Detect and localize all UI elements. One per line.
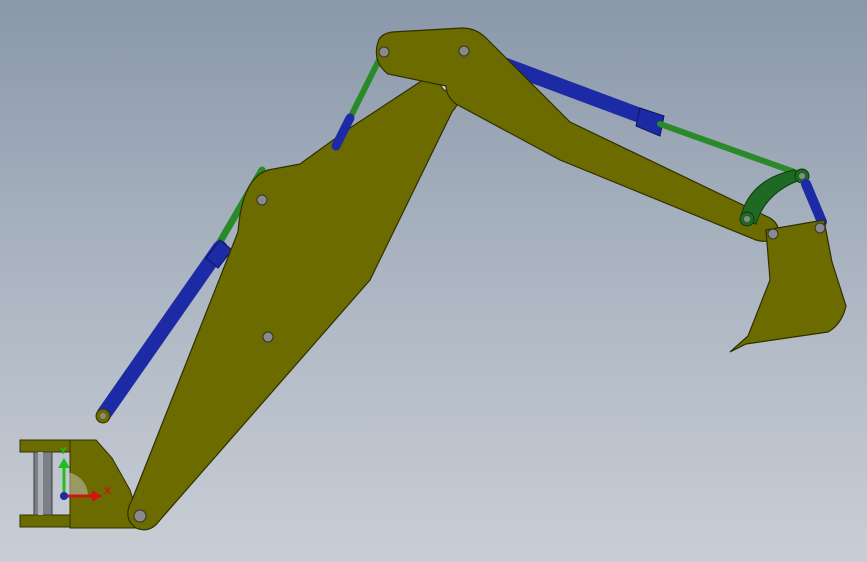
curved-link-lower-pin-hole — [744, 216, 750, 222]
triad-origin — [60, 492, 68, 500]
bucket-link-rod — [801, 179, 827, 227]
boom-pivot-pin[interactable] — [133, 509, 147, 523]
bucket-cylinder-rod — [657, 121, 803, 177]
bucket[interactable] — [729, 219, 847, 353]
excavator-arm-model[interactable]: Y X — [0, 0, 867, 562]
graphics-viewport[interactable]: Y X — [0, 0, 867, 562]
base-cylinder-pin-hole — [100, 413, 106, 419]
y-axis-arrowhead — [58, 458, 70, 468]
bucket-pin-right[interactable] — [814, 222, 826, 234]
stick-pin-right[interactable] — [458, 45, 470, 57]
base-pin-highlight — [38, 452, 43, 515]
x-axis-label: X — [104, 487, 111, 497]
bucket-linkage[interactable] — [739, 168, 827, 227]
stick-pin-left[interactable] — [378, 46, 390, 58]
y-axis-label: Y — [59, 447, 67, 457]
bucket-body — [729, 219, 847, 353]
curved-link-upper-pin-hole — [799, 173, 805, 179]
bucket-pin-left[interactable] — [767, 228, 779, 240]
boom-mid-pin[interactable] — [262, 331, 274, 343]
boom-cylinder-mount-pin[interactable] — [256, 194, 268, 206]
base-bottom-flange — [19, 514, 75, 528]
